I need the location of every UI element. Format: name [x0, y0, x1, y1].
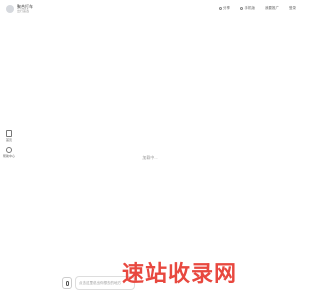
- share-icon: [218, 7, 222, 10]
- promote-label: 我要推广: [265, 6, 279, 10]
- login-label: 登录: [289, 6, 296, 10]
- destination-input-placeholder: 点击这里说出你想去的地方: [79, 280, 121, 285]
- share-link[interactable]: 分享: [218, 6, 230, 11]
- top-actions: 分享 手机版 我要推广 登录: [209, 6, 296, 11]
- microphone-icon: [65, 280, 69, 286]
- brand-text: 聚合打车 出行首选: [17, 4, 33, 13]
- logo-icon: [6, 4, 14, 13]
- login-link[interactable]: 登录: [289, 6, 296, 11]
- document-icon: [5, 130, 12, 137]
- sidebar-item-label: 首页: [5, 138, 12, 142]
- help-icon: [5, 147, 12, 153]
- loading-text: 加载中...: [142, 155, 158, 160]
- mobile-link[interactable]: 手机版: [240, 6, 255, 11]
- voice-button[interactable]: [62, 277, 72, 289]
- watermark: 速站收录网: [122, 262, 238, 287]
- mobile-icon: [240, 7, 243, 10]
- promote-link[interactable]: 我要推广: [265, 6, 279, 11]
- brand[interactable]: 聚合打车 出行首选: [6, 4, 33, 13]
- top-bar: 聚合打车 出行首选 分享 手机版 我要推广 登录: [0, 0, 300, 22]
- sidebar-item-home[interactable]: 首页: [5, 130, 12, 142]
- mobile-label: 手机版: [244, 6, 256, 10]
- brand-subtitle: 出行首选: [17, 9, 30, 13]
- share-label: 分享: [223, 6, 230, 10]
